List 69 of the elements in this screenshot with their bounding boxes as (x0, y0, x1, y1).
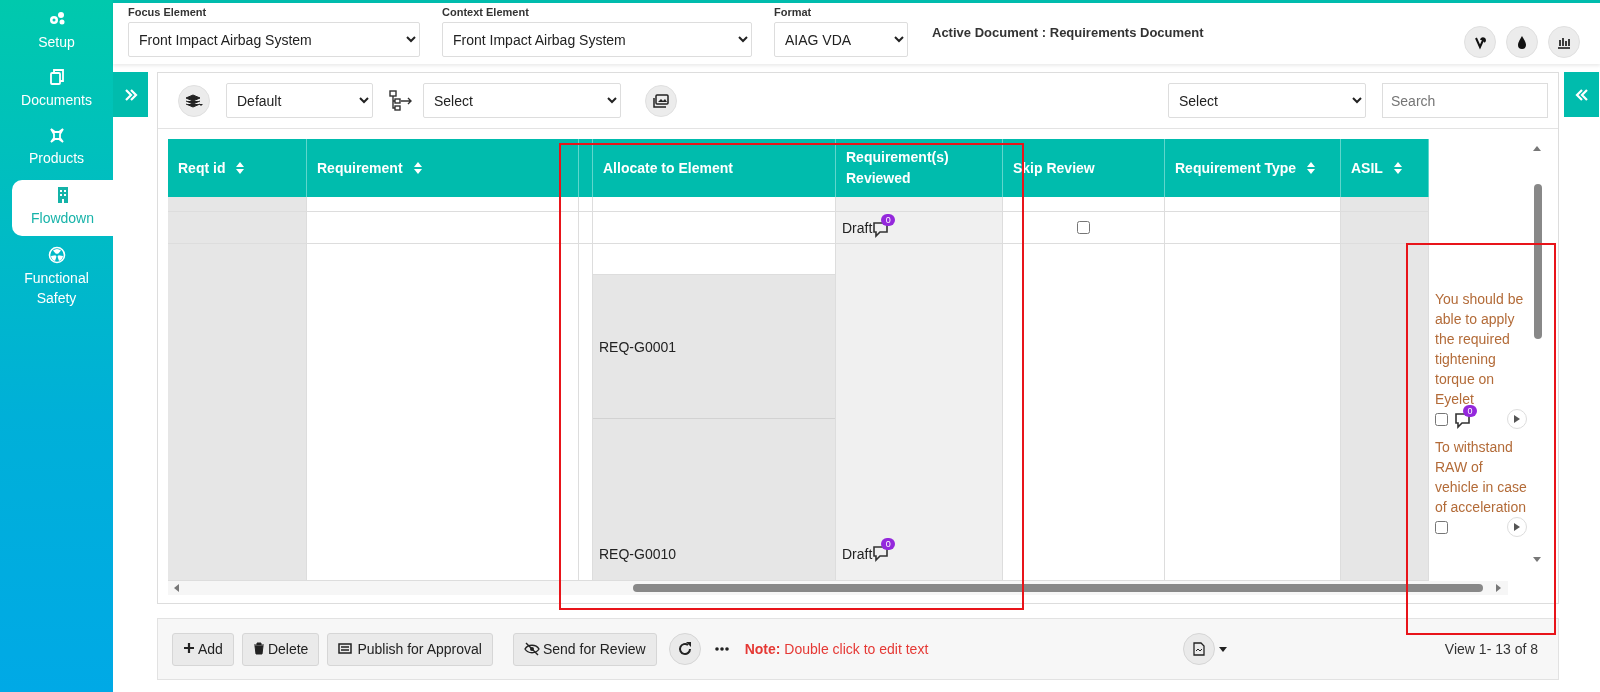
bar-chart-button[interactable] (1548, 26, 1580, 58)
column-label: Requirement Type (1175, 158, 1297, 178)
search-field[interactable]: Search (1382, 83, 1548, 118)
table-cell (579, 197, 593, 212)
column-header (579, 139, 593, 197)
trash-icon (252, 642, 265, 656)
column-header: Requirement(s) Reviewed (836, 139, 1003, 197)
group-dropdown[interactable]: Select (423, 83, 621, 118)
field-label: Context Element (442, 6, 530, 18)
field-label: Format (774, 6, 813, 18)
hierarchy-icon (389, 89, 413, 112)
gallery-button[interactable] (645, 84, 677, 117)
pager-text: View 1- 13 of 8 (1444, 641, 1538, 657)
play-icon (1513, 522, 1521, 532)
delete-button[interactable]: Delete (241, 632, 320, 666)
count-badge: 0 (1463, 405, 1477, 417)
dropdown[interactable]: Front Impact Airbag System (442, 22, 752, 57)
view-dropdown[interactable]: Default (226, 83, 373, 118)
checkbox[interactable] (1435, 412, 1448, 426)
eye-slash-icon (523, 642, 540, 656)
gallery-icon (653, 93, 669, 108)
status-text: Draft (842, 219, 873, 236)
count-badge: 0 (881, 213, 896, 226)
requirement-text: You should be able to apply the required tightening torque on Eyelet (1435, 290, 1525, 408)
checkbox[interactable] (1077, 221, 1090, 234)
checkbox[interactable] (1435, 520, 1448, 534)
send-review-button[interactable]: Send for Review (512, 632, 657, 666)
play-icon (1513, 414, 1521, 424)
requirement-text: To withstand RAW of vehicle in case of acceleration (1435, 438, 1527, 517)
field-label: Focus Element (128, 6, 208, 18)
refresh-icon (676, 641, 693, 657)
active-document-label: Active Document : Requirements Document (932, 25, 1205, 40)
more-icon[interactable] (714, 647, 729, 651)
plus-icon (183, 642, 195, 656)
dropdown[interactable]: AIAG VDA (774, 22, 908, 57)
caret-icon[interactable] (1218, 646, 1227, 652)
table-cell (579, 212, 593, 244)
sort-icon (1306, 161, 1317, 175)
horizontal-scrollbar[interactable] (168, 581, 1508, 595)
layers-icon (185, 93, 203, 108)
add-button[interactable]: Add (172, 632, 234, 666)
status-text: Draft (842, 546, 873, 562)
filter-dropdown[interactable]: Select (1168, 83, 1366, 118)
double-chevron-left-icon (1574, 88, 1589, 101)
column-label: ASIL (1351, 158, 1383, 178)
column-label: Reqt id (178, 158, 226, 178)
sort-icon (1392, 161, 1403, 175)
column-label: Requirement (317, 158, 403, 178)
dropdown[interactable]: Front Impact Airbag System (128, 22, 420, 57)
table-cell: REQ-G0001 (593, 275, 835, 419)
column-header: Allocate to Element (593, 139, 836, 197)
v-logo-button[interactable] (1464, 26, 1496, 58)
refresh-button[interactable] (668, 633, 701, 665)
export-button[interactable] (1182, 633, 1215, 665)
publish-button[interactable]: Publish for Approval (327, 632, 493, 666)
radiation-icon (47, 246, 66, 264)
double-chevron-right-icon (123, 88, 138, 101)
list-icon (338, 642, 355, 656)
v-logo-icon (1472, 34, 1488, 50)
file-icon (1192, 642, 1205, 656)
sort-icon (412, 161, 423, 175)
copy-icon (47, 68, 66, 86)
table-cell: REQ-G0010 (593, 419, 835, 580)
count-badge: 0 (881, 538, 896, 550)
drop-button[interactable] (1506, 26, 1538, 58)
note-text: Note: Double click to edit text (744, 641, 929, 657)
sort-icon (235, 161, 246, 175)
layers-button[interactable] (178, 84, 210, 117)
frame-icon (47, 126, 66, 144)
